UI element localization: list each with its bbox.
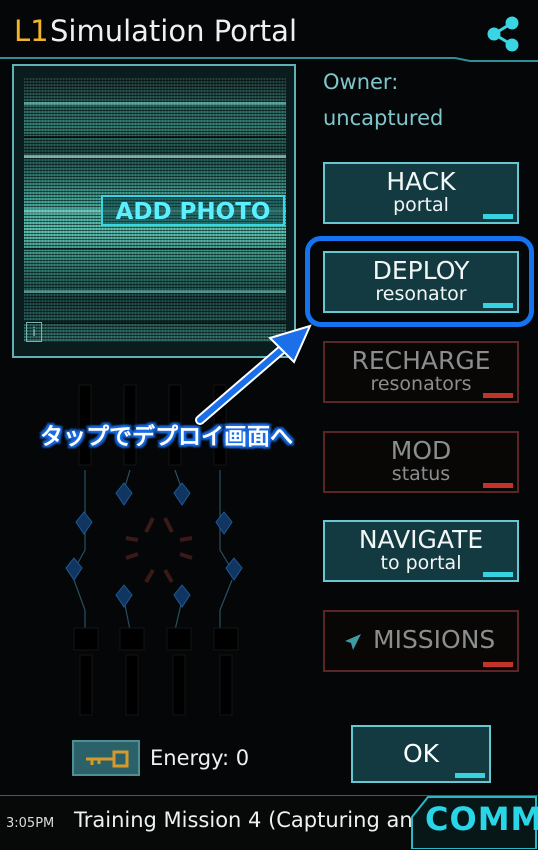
deploy-highlight-box — [305, 236, 534, 327]
navigate-label: NAVIGATE — [358, 525, 484, 554]
mod-sublabel: status — [391, 463, 451, 485]
key-icon — [86, 750, 129, 768]
share-icon[interactable] — [486, 16, 520, 52]
hack-portal-button[interactable]: HACK portal — [323, 162, 519, 224]
annotation-arrow — [195, 324, 312, 425]
comm-time: 3:05PM — [6, 816, 55, 831]
energy-label: Energy: 0 — [150, 746, 250, 770]
key-button[interactable] — [72, 740, 140, 776]
comm-button[interactable]: COMM — [425, 800, 538, 838]
ok-label: OK — [402, 739, 440, 768]
owner-value: uncaptured — [323, 106, 444, 130]
missions-button[interactable]: MISSIONS — [323, 610, 519, 672]
mod-label: MOD — [390, 436, 452, 465]
paper-plane-icon — [345, 634, 361, 650]
header-divider — [0, 57, 538, 62]
recharge-label: RECHARGE — [351, 346, 491, 375]
navigate-to-portal-button[interactable]: NAVIGATE to portal — [323, 520, 519, 582]
recharge-resonators-button[interactable]: RECHARGE resonators — [323, 341, 519, 403]
hack-label: HACK — [386, 167, 456, 196]
portal-level: L1 — [14, 14, 49, 48]
recharge-sublabel: resonators — [370, 373, 472, 395]
info-icon[interactable]: i — [26, 322, 42, 342]
missions-label: MISSIONS — [373, 625, 496, 654]
portal-title: Simulation Portal — [50, 14, 298, 48]
navigate-sublabel: to portal — [380, 552, 462, 574]
comm-message: Training Mission 4 (Capturing and — [74, 808, 426, 832]
add-photo-button[interactable]: ADD PHOTO — [101, 195, 285, 226]
annotation-text: タップでデプロイ画面へ — [40, 424, 293, 450]
ok-button[interactable]: OK — [351, 725, 491, 783]
owner-label: Owner: — [323, 70, 399, 94]
mod-status-button[interactable]: MOD status — [323, 431, 519, 493]
hack-sublabel: portal — [393, 194, 449, 216]
